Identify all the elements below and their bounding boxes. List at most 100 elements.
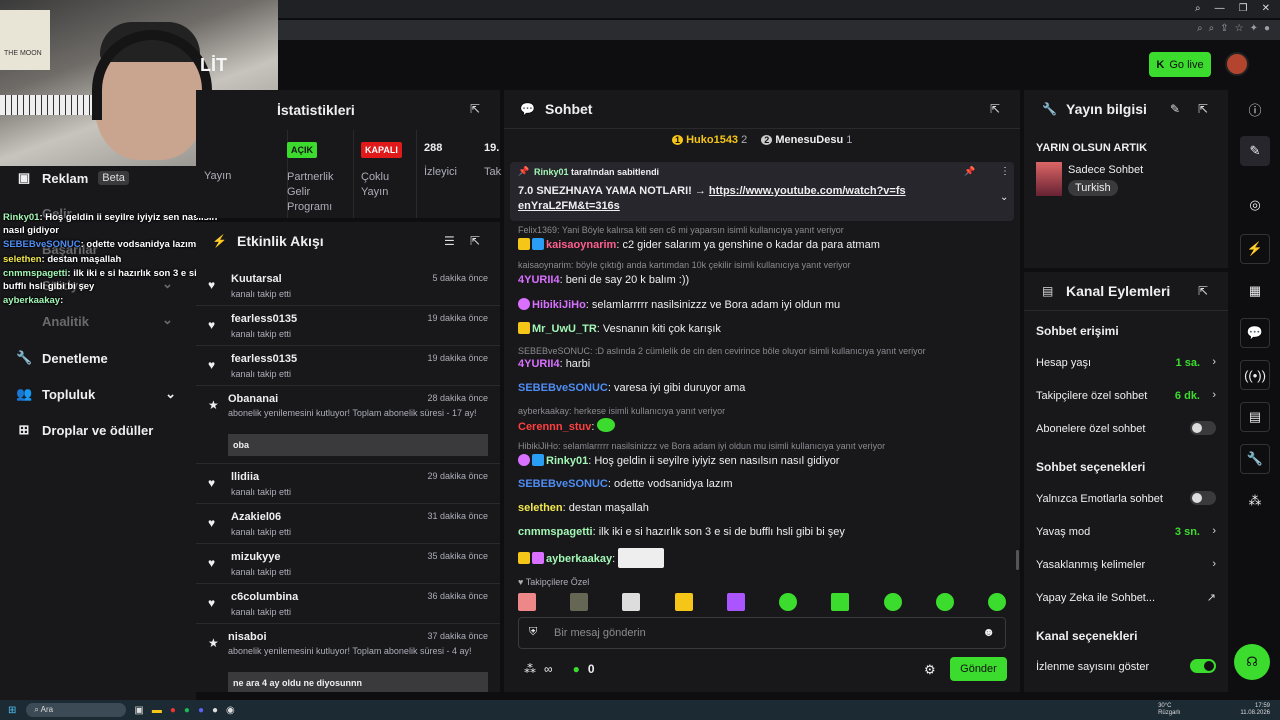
emote[interactable] (935, 593, 954, 611)
emoji-icon[interactable]: ☻ (982, 625, 995, 639)
popout-icon[interactable]: ⇱ (1198, 102, 1208, 116)
subscribers-only-toggle[interactable] (1190, 421, 1216, 435)
edit-icon[interactable]: ✎ (1170, 102, 1180, 116)
unpin-icon[interactable]: 📌 (964, 166, 975, 177)
close-icon[interactable]: ✕ (1262, 3, 1270, 14)
zoom-icon[interactable]: ⌕ (1197, 23, 1203, 34)
wall-sign: LİT (200, 55, 227, 75)
emote[interactable] (570, 593, 589, 611)
search-icon[interactable]: ⌕ (1195, 3, 1201, 14)
sub-message: ne ara 4 ay oldu ne diyosunnn (228, 672, 488, 692)
sidebar-item-analitik[interactable]: Analitik (42, 314, 89, 329)
emote[interactable] (622, 593, 641, 611)
send-button[interactable]: Gönder (950, 657, 1007, 681)
spotify-icon[interactable]: ● (184, 705, 190, 716)
bolt-icon[interactable]: ⚡ (1240, 234, 1270, 264)
translate-icon[interactable]: ⌕ (1209, 23, 1215, 34)
reply-context: SEBEBveSONUC: :D aslında 2 cümlelik de c… (518, 346, 926, 356)
camera-icon[interactable]: ◎ (1240, 190, 1270, 220)
sidebar-item-topluluk[interactable]: 👥 Topluluk ⌄ (16, 386, 176, 402)
emote[interactable] (674, 593, 693, 611)
obs-icon[interactable]: ◉ (226, 705, 235, 716)
followers-only-row[interactable]: Takipçilere özel sohbet 6 dk. › (1036, 389, 1216, 402)
address-bar[interactable] (278, 20, 1280, 40)
stats-left-label: Yayın (204, 170, 232, 182)
multistream-label: Çoklu Yayın (361, 171, 390, 198)
extension-icon[interactable]: ✦ (1250, 23, 1258, 34)
chat-settings-icon[interactable]: ⚙ (924, 662, 936, 678)
slow-mode-row[interactable]: Yavaş mod 3 sn. › (1036, 525, 1216, 538)
emote[interactable] (883, 593, 902, 611)
taskview-icon[interactable]: ▣ (134, 705, 143, 716)
leader-1[interactable]: 1 Huko1543 2 (672, 134, 747, 146)
emote[interactable] (987, 593, 1006, 611)
viewer-label: İzleyici (424, 166, 458, 178)
account-age-row[interactable]: Hesap yaşı 1 sa. › (1036, 356, 1216, 369)
wrench-icon[interactable]: 🔧 (1240, 444, 1270, 474)
go-live-button[interactable]: K Go live (1149, 52, 1211, 77)
weather-widget[interactable]: 30°C Rüzgarlı (1158, 703, 1180, 717)
category-thumbnail[interactable] (1036, 162, 1062, 196)
megaphone-icon: ▣ (17, 170, 31, 185)
popout-icon[interactable]: ⇱ (990, 102, 1000, 116)
pinned-message[interactable]: 📌 Rinky01 tarafından sabitlendi 📌 ⋮ ⌄ 7.… (510, 162, 1014, 221)
show-view-count-toggle[interactable] (1190, 659, 1216, 673)
notes-icon[interactable]: ▦ (1240, 276, 1270, 306)
overlay-chat-line: SEBEBveSONUC: odette vodsanidya lazım (3, 239, 197, 250)
emote[interactable] (779, 593, 798, 611)
kick-points-icon[interactable]: ● (573, 662, 580, 676)
banned-words-row[interactable]: Yasaklanmış kelimeler › (1036, 558, 1216, 571)
windows-start-icon[interactable]: ⊞ (8, 705, 16, 716)
discord-icon[interactable]: ● (198, 705, 204, 716)
leader-2[interactable]: 2 MenesuDesu 1 (761, 134, 852, 146)
heart-icon: ♥ (518, 577, 524, 587)
maximize-icon[interactable]: ❐ (1239, 3, 1248, 14)
language-tag[interactable]: Turkish (1068, 180, 1118, 196)
ai-chat-row[interactable]: Yapay Zeka ile Sohbet... ↗ (1036, 592, 1216, 604)
broadcast-icon[interactable]: ((•)) (1240, 360, 1270, 390)
user-avatar[interactable] (1225, 52, 1249, 76)
chevron-down-icon[interactable]: ⌄ (162, 312, 173, 328)
category-name[interactable]: Sadece Sohbet (1068, 164, 1143, 176)
popout-icon[interactable]: ⇱ (470, 102, 480, 116)
info-icon[interactable]: ⓘ (1240, 94, 1270, 124)
steam-icon[interactable]: ● (212, 705, 218, 716)
expand-icon[interactable]: ⌄ (1000, 192, 1008, 203)
opera-icon[interactable]: ● (170, 705, 176, 716)
popout-icon[interactable]: ⇱ (470, 234, 480, 248)
popout-icon[interactable]: ⇱ (1198, 284, 1208, 298)
share-icon[interactable]: ⇪ (1220, 23, 1228, 34)
chat-message: Rinky01: Hoş geldin ii seyilre iyiyiz se… (518, 454, 839, 467)
channel-actions-panel: ▤ Kanal Eylemleri ⇱ Sohbet erişimi Hesap… (1024, 272, 1228, 692)
emote-only-toggle[interactable] (1190, 491, 1216, 505)
chat-message: 4YURII4: harbi (518, 358, 591, 370)
scrollbar[interactable] (1016, 550, 1019, 570)
minimize-icon[interactable]: — (1215, 3, 1225, 14)
tray-clock[interactable]: 17:59 11.08.2026 (1240, 703, 1270, 717)
star-icon[interactable]: ☆ (1235, 23, 1244, 34)
shield-icon: ⛨ (529, 626, 538, 638)
layout-icon[interactable]: ▤ (1240, 402, 1270, 432)
more-icon[interactable]: ⋮ (1000, 166, 1010, 177)
profile-icon[interactable]: ● (1264, 23, 1270, 34)
emote[interactable] (726, 593, 745, 611)
users-icon[interactable]: ⁂ (524, 662, 536, 676)
sidebar-item-reklam[interactable]: ▣ Reklam Beta (16, 170, 129, 186)
heart-icon: ♥ (208, 516, 216, 530)
chat-input[interactable]: ⛨ Bir mesaj gönderin ☻ (518, 617, 1006, 649)
sidebar-item-droplar[interactable]: ⊞ Droplar ve ödüller (16, 422, 154, 438)
emote[interactable] (518, 593, 536, 611)
users-icon[interactable]: ⁂ (1240, 486, 1270, 516)
taskbar-search[interactable]: ⌕ Ara (26, 703, 127, 717)
explorer-icon[interactable]: ▬ (152, 705, 162, 716)
heart-icon: ♥ (208, 556, 216, 570)
edit-icon[interactable]: ✎ (1240, 136, 1270, 166)
support-icon[interactable]: ☊ (1234, 644, 1270, 680)
partner-status-badge: AÇIK (287, 142, 317, 158)
emote[interactable] (831, 593, 850, 611)
filter-icon[interactable]: ☰ (444, 234, 455, 248)
chat-icon[interactable]: 💬 (1240, 318, 1270, 348)
activity-feed-panel: ⚡ Etkinlik Akışı ☰ ⇱ ♥ Kuutarsal kanalı ta… (196, 222, 500, 692)
sidebar-item-denetleme[interactable]: 🔧 Denetleme (16, 350, 108, 366)
dashboard-right-rail: ⓘ ✎ ◎ ⚡ ▦ 💬 ((•)) ▤ 🔧 ⁂ ☊ (1232, 90, 1280, 692)
